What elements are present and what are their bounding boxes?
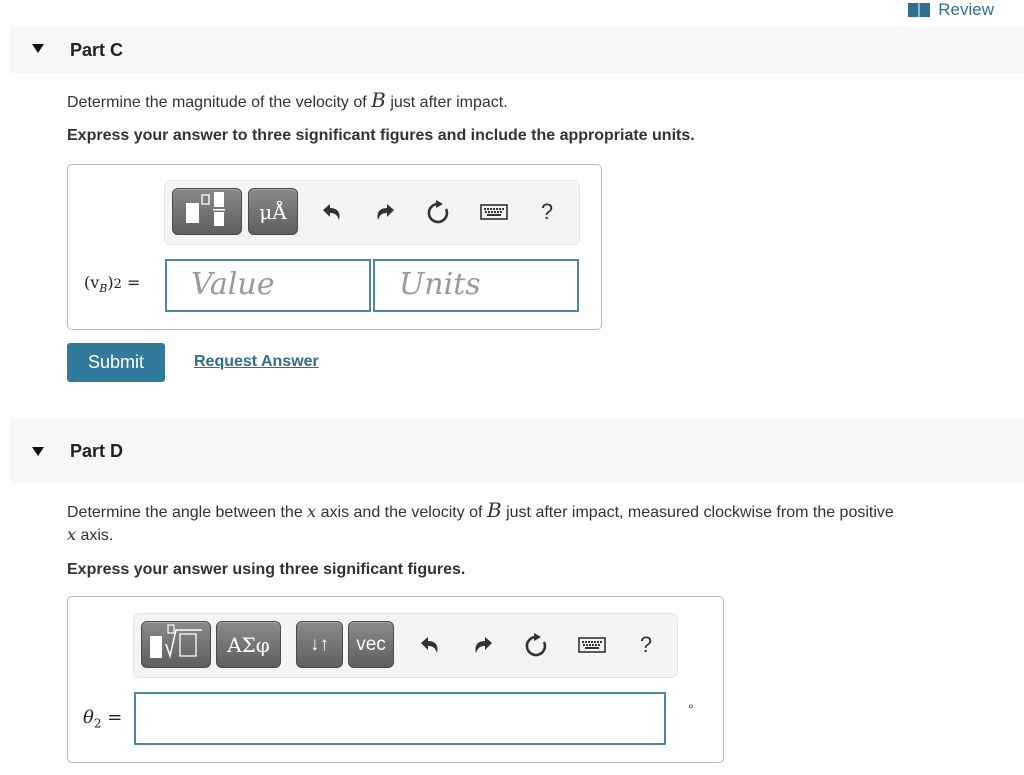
part-d-title: Part D	[70, 441, 124, 461]
part-d-toolbar: ΑΣφ ↓↑ vec ?	[133, 613, 678, 678]
equals-sign: =	[101, 707, 123, 728]
undo-icon[interactable]	[315, 195, 349, 229]
answer-label-theta2: θ2 =	[83, 707, 122, 731]
vector-button[interactable]: vec	[348, 621, 394, 668]
question-text: just after impact.	[385, 94, 508, 111]
math-var: B	[371, 88, 386, 112]
templates-root-button[interactable]	[141, 621, 211, 668]
undo-icon[interactable]	[413, 628, 447, 662]
part-c-answer-box: μÅ ? (vB)2 = Value Units	[67, 164, 602, 330]
template-button[interactable]	[172, 188, 242, 235]
swap-arrows-icon: ↓↑	[310, 633, 329, 655]
label-subscript: 2	[113, 277, 122, 292]
question-text: just after impact, measured clockwise fr…	[501, 504, 894, 521]
angle-input[interactable]	[134, 692, 666, 745]
collapse-caret-icon[interactable]	[32, 44, 44, 53]
reset-icon[interactable]	[519, 628, 553, 662]
label-text: θ	[83, 707, 94, 728]
question-text: Determine the magnitude of the velocity …	[67, 94, 372, 111]
units-input[interactable]: Units	[373, 259, 579, 312]
value-placeholder: Value	[191, 267, 275, 302]
greek-symbols-icon: ΑΣφ	[227, 632, 270, 657]
part-d-question: Determine the angle between the x axis a…	[67, 499, 1024, 547]
vector-icon: vec	[356, 633, 386, 655]
part-c-question: Determine the magnitude of the velocity …	[67, 89, 508, 114]
equals-sign: =	[121, 273, 141, 292]
part-c-header[interactable]: Part C	[10, 27, 1024, 73]
collapse-caret-icon[interactable]	[32, 447, 44, 456]
greek-symbols-button[interactable]: ΑΣφ	[216, 621, 281, 668]
part-d-header[interactable]: Part D	[10, 419, 1024, 483]
redo-icon[interactable]	[368, 195, 402, 229]
answer-label-vb2: (vB)2 =	[84, 273, 140, 295]
swap-arrows-button[interactable]: ↓↑	[296, 621, 343, 668]
value-input[interactable]: Value	[165, 259, 371, 312]
units-placeholder: Units	[399, 267, 481, 302]
degree-unit: °	[688, 701, 694, 717]
math-var: x	[307, 502, 317, 521]
label-text: (v	[84, 273, 100, 292]
part-c-title: Part C	[70, 40, 124, 60]
part-d-instruction: Express your answer using three signific…	[67, 561, 466, 578]
submit-button[interactable]: Submit	[67, 343, 165, 382]
question-text: axis.	[76, 527, 114, 544]
help-icon[interactable]: ?	[629, 628, 663, 662]
question-text: axis and the velocity of	[316, 504, 487, 521]
templates-root-icon	[146, 622, 206, 667]
part-c-toolbar: μÅ ?	[164, 180, 580, 245]
keyboard-icon[interactable]	[575, 628, 609, 662]
math-var: x	[67, 525, 77, 544]
part-d-answer-box: ΑΣφ ↓↑ vec ? θ2 = °	[67, 596, 724, 763]
help-icon[interactable]: ?	[530, 195, 564, 229]
math-var: B	[486, 498, 502, 522]
part-c-instruction: Express your answer to three significant…	[67, 127, 695, 144]
review-label: Review	[938, 0, 994, 19]
redo-icon[interactable]	[466, 628, 500, 662]
keyboard-icon[interactable]	[477, 195, 511, 229]
request-answer-link[interactable]: Request Answer	[194, 353, 319, 371]
review-link[interactable]: Review	[908, 0, 994, 20]
units-button[interactable]: μÅ	[248, 188, 298, 235]
units-icon: μÅ	[259, 199, 287, 224]
reset-icon[interactable]	[421, 195, 455, 229]
question-text: Determine the angle between the	[67, 504, 308, 521]
template-icon	[182, 189, 232, 234]
book-icon	[908, 3, 931, 17]
